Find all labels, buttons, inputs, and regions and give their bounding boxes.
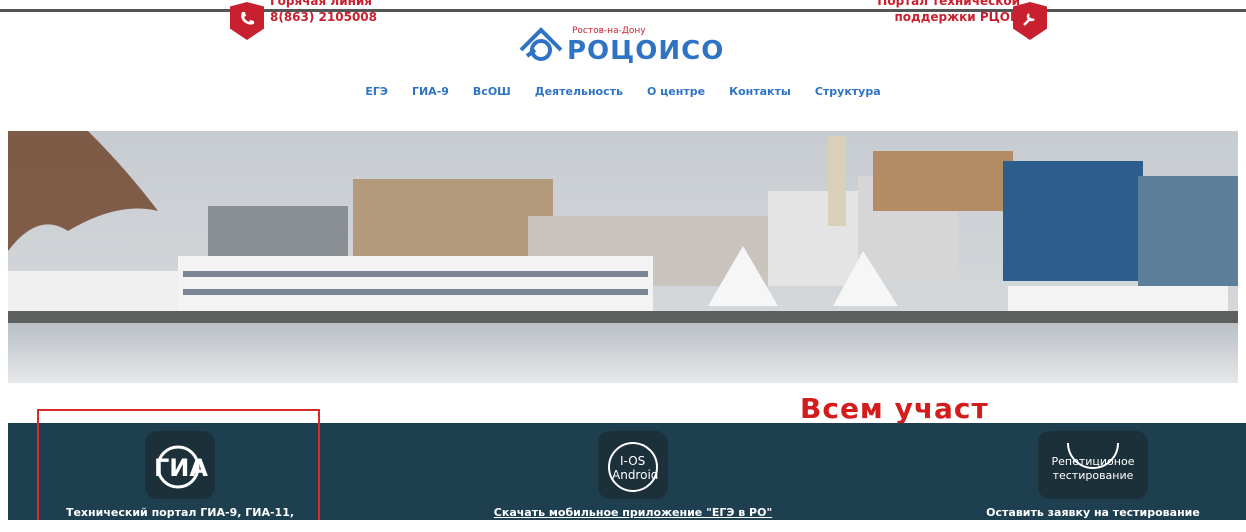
logo-name: РОЦОИСО (567, 36, 725, 66)
tools-icon[interactable] (1013, 2, 1047, 40)
rehearsal-icon-line2: тестирование (1053, 469, 1134, 482)
site-logo[interactable]: Ростов-на-Дону РОЦОИСО (515, 16, 735, 66)
nav-structure[interactable]: Структура (815, 85, 881, 98)
mobile-app-icon: I-OS Android (598, 431, 668, 499)
mobile-icon-line1: I-OS (620, 454, 645, 468)
mobile-icon-line2: Android (612, 468, 658, 482)
rehearsal-test-label[interactable]: Оставить заявку на тестирование (968, 506, 1218, 519)
logo-icon (519, 27, 563, 61)
rehearsal-icon-line1: Репетиционое (1052, 455, 1135, 468)
rehearsal-test-graphic: Репетиционое тестирование (1052, 442, 1135, 482)
nav-contacts[interactable]: Контакты (729, 85, 791, 98)
nav-vsosh[interactable]: ВсОШ (473, 85, 511, 98)
support-portal-link[interactable]: Портал технической поддержки РЦОИ (877, 0, 1021, 25)
nav-activity[interactable]: Деятельность (535, 85, 623, 98)
main-nav: ЕГЭ ГИА-9 ВсОШ Деятельность О центре Кон… (0, 85, 1246, 98)
hotline[interactable]: Горячая линия 8(863) 2105008 (270, 0, 377, 25)
nav-gia9[interactable]: ГИА-9 (412, 85, 449, 98)
rehearsal-test-icon: Репетиционое тестирование (1038, 431, 1148, 499)
hotline-label: Горячая линия (270, 0, 373, 8)
support-line1: Портал технической (877, 0, 1020, 8)
mobile-app-link[interactable]: Скачать мобильное приложение "ЕГЭ в РО" (488, 506, 778, 519)
nav-about[interactable]: О центре (647, 85, 705, 98)
panorama-image (8, 131, 1238, 383)
top-divider (0, 9, 1246, 12)
mobile-app-graphic: I-OS Android (608, 442, 658, 492)
hero-banner (8, 131, 1238, 383)
card-rehearsal-test[interactable]: Репетиционое тестирование Оставить заявк… (968, 423, 1218, 519)
support-line2: поддержки РЦОИ (894, 10, 1021, 24)
logo-city: Ростов-на-Дону (572, 26, 646, 36)
nav-ege[interactable]: ЕГЭ (365, 85, 388, 98)
selection-highlight (37, 409, 320, 520)
announcement-marquee: Всем участ (800, 392, 989, 425)
card-mobile-app[interactable]: I-OS Android Скачать мобильное приложени… (488, 423, 778, 519)
hotline-phone[interactable]: 8(863) 2105008 (270, 9, 377, 25)
phone-icon (230, 2, 264, 40)
